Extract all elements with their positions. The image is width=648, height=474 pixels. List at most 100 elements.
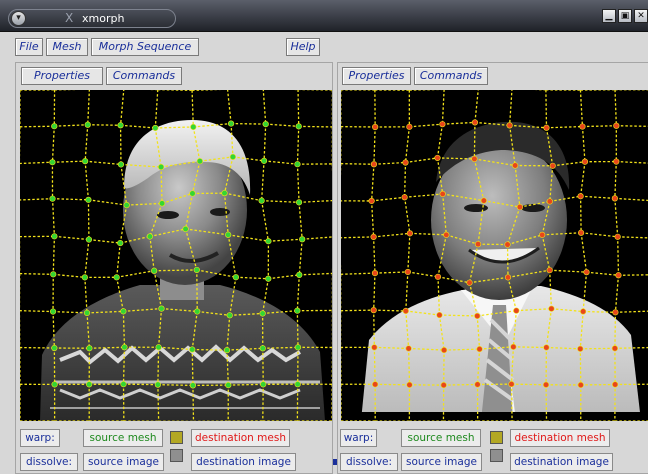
mesh-node[interactable]	[579, 123, 586, 130]
mesh-node[interactable]	[370, 307, 377, 314]
mesh-node[interactable]	[296, 271, 303, 278]
mesh-node[interactable]	[221, 190, 228, 197]
mesh-node[interactable]	[260, 381, 267, 388]
mesh-node[interactable]	[117, 239, 124, 247]
destination-dissolve-source-image-button[interactable]: source image	[401, 453, 482, 471]
mesh-node[interactable]	[615, 272, 622, 279]
mesh-node[interactable]	[474, 381, 481, 388]
mesh-node[interactable]	[549, 162, 556, 169]
mesh-node[interactable]	[548, 305, 555, 312]
mesh-node[interactable]	[232, 274, 240, 281]
source-warp-slider[interactable]	[170, 431, 183, 444]
mesh-node[interactable]	[406, 230, 413, 237]
destination-dissolve-destination-image-button[interactable]: destination image	[510, 453, 613, 471]
mesh-node[interactable]	[258, 197, 265, 204]
destination-warp-source-mesh-button[interactable]: source mesh	[401, 429, 481, 447]
mesh-node[interactable]	[512, 162, 519, 169]
mesh-node[interactable]	[580, 308, 587, 315]
mesh-node[interactable]	[226, 312, 233, 319]
mesh-node[interactable]	[546, 198, 553, 205]
mesh-node[interactable]	[577, 381, 584, 389]
mesh-node[interactable]	[510, 343, 517, 350]
mesh-node[interactable]	[49, 159, 56, 166]
mesh-node[interactable]	[117, 161, 125, 168]
destination-image-canvas[interactable]	[341, 90, 648, 421]
mesh-node[interactable]	[476, 346, 483, 353]
mesh-node[interactable]	[158, 305, 165, 312]
mesh-node[interactable]	[513, 307, 520, 314]
mesh-node[interactable]	[121, 344, 128, 351]
mesh-node[interactable]	[371, 270, 379, 277]
mesh-node[interactable]	[583, 269, 590, 276]
mesh-node[interactable]	[370, 233, 377, 241]
window-menu-button[interactable]: ▾	[11, 11, 26, 26]
mesh-node[interactable]	[86, 381, 93, 388]
mesh-node[interactable]	[294, 307, 301, 314]
mesh-node[interactable]	[440, 382, 447, 389]
mesh-node[interactable]	[294, 381, 301, 388]
mesh-node[interactable]	[299, 236, 306, 243]
mesh-node[interactable]	[371, 344, 378, 351]
mesh-node[interactable]	[151, 267, 158, 274]
destination-mesh-overlay[interactable]	[341, 90, 648, 421]
source-dissolve-source-image-button[interactable]: source image	[83, 453, 164, 471]
mesh-node[interactable]	[86, 345, 93, 352]
destination-dissolve-slider[interactable]	[490, 449, 503, 462]
mesh-node[interactable]	[223, 347, 231, 354]
mesh-node[interactable]	[229, 153, 237, 160]
mesh-node[interactable]	[158, 200, 166, 207]
mesh-node[interactable]	[436, 311, 443, 319]
mesh-node[interactable]	[612, 309, 619, 316]
mesh-node[interactable]	[543, 124, 550, 131]
mesh-node[interactable]	[611, 195, 618, 202]
mesh-node[interactable]	[227, 120, 235, 127]
mesh-node[interactable]	[471, 155, 478, 163]
mesh-node[interactable]	[546, 267, 553, 274]
source-commands-button[interactable]: Commands	[106, 67, 182, 85]
minimize-button[interactable]: ▁	[602, 9, 616, 23]
mesh-node[interactable]	[613, 122, 620, 129]
mesh-node[interactable]	[402, 307, 409, 315]
title-bar[interactable]: ▾ X xmorph ▁ ▣ ✕	[0, 0, 648, 32]
mesh-node[interactable]	[155, 344, 162, 351]
mesh-node[interactable]	[613, 158, 620, 165]
mesh-node[interactable]	[504, 274, 512, 281]
mesh-node[interactable]	[49, 308, 57, 315]
mesh-node[interactable]	[471, 119, 479, 126]
mesh-node[interactable]	[193, 266, 200, 274]
mesh-node[interactable]	[51, 381, 58, 388]
window-title-pill[interactable]: ▾ X xmorph	[8, 9, 176, 28]
mesh-node[interactable]	[614, 233, 621, 240]
mesh-node[interactable]	[295, 123, 302, 130]
mesh-node[interactable]	[85, 196, 92, 203]
mesh-node[interactable]	[83, 309, 91, 317]
mesh-node[interactable]	[50, 271, 57, 278]
mesh-node[interactable]	[611, 345, 619, 352]
menu-mesh[interactable]: Mesh	[46, 38, 88, 56]
mesh-node[interactable]	[190, 123, 197, 131]
mesh-node[interactable]	[265, 238, 272, 245]
mesh-node[interactable]	[196, 158, 203, 165]
mesh-node[interactable]	[405, 345, 412, 352]
mesh-node[interactable]	[260, 157, 268, 164]
mesh-node[interactable]	[577, 193, 584, 200]
source-dissolve-slider[interactable]	[170, 449, 183, 462]
mesh-node[interactable]	[406, 381, 413, 388]
mesh-node[interactable]	[189, 382, 197, 389]
mesh-node[interactable]	[146, 233, 153, 240]
mesh-node[interactable]	[117, 122, 124, 129]
mesh-node[interactable]	[404, 268, 411, 276]
mesh-node[interactable]	[542, 381, 550, 388]
mesh-node[interactable]	[439, 190, 446, 198]
mesh-node[interactable]	[182, 225, 189, 233]
mesh-node[interactable]	[259, 345, 266, 352]
mesh-node[interactable]	[516, 203, 523, 211]
mesh-node[interactable]	[612, 381, 619, 388]
mesh-node[interactable]	[294, 161, 301, 168]
mesh-node[interactable]	[506, 122, 513, 129]
mesh-node[interactable]	[439, 121, 446, 128]
destination-warp-slider[interactable]	[490, 431, 503, 444]
mesh-node[interactable]	[157, 163, 165, 171]
source-image-canvas[interactable]	[20, 90, 332, 421]
mesh-node[interactable]	[474, 312, 481, 320]
